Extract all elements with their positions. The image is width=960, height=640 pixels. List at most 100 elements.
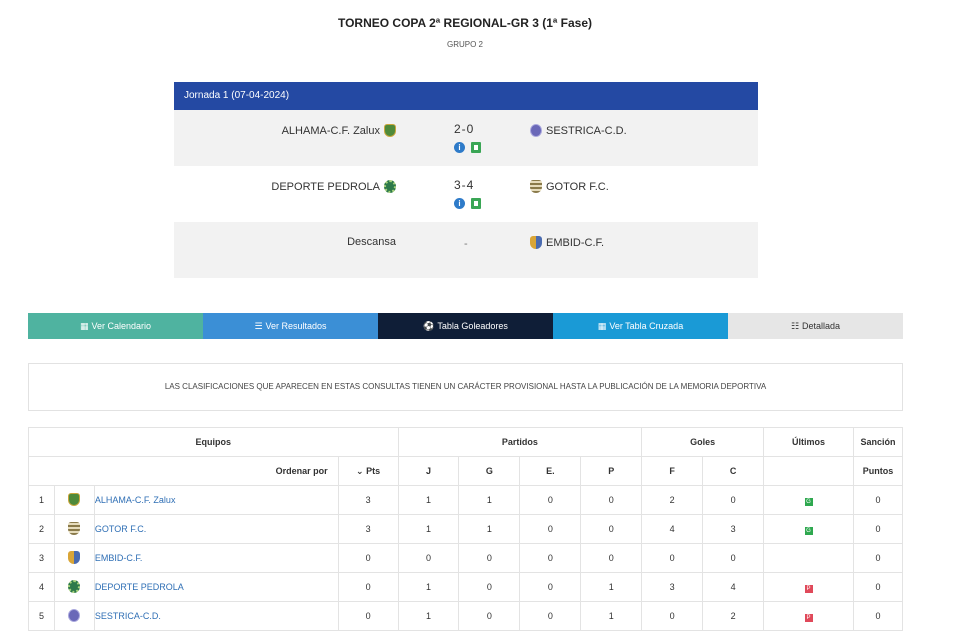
tab-ver-tabla-cruzada[interactable]: ▦ Ver Tabla Cruzada [553, 313, 728, 339]
embid-crest-icon [530, 236, 542, 249]
j: 1 [397, 601, 460, 631]
pts: 0 [337, 601, 399, 631]
team-link[interactable]: EMBID-C.F. [95, 553, 143, 563]
col-g: G [458, 456, 521, 486]
f: 0 [641, 543, 704, 573]
rest-label: Descansa [347, 236, 396, 248]
last-result-badge: G [804, 526, 813, 535]
col-ultimos [763, 456, 854, 486]
provisional-notice: LAS CLASIFICACIONES QUE APARECEN EN ESTA… [28, 363, 903, 411]
c: 3 [702, 514, 765, 544]
e: 0 [519, 543, 582, 573]
tab-tabla-goleadores[interactable]: ⚽ Tabla Goleadores [378, 313, 553, 339]
sort-pts-button[interactable]: ⌄ Pts [337, 456, 399, 486]
gotor-crest-icon [68, 521, 81, 535]
j: 0 [397, 543, 460, 573]
chevron-down-icon: ⌄ [356, 465, 364, 476]
position: 4 [28, 572, 55, 602]
matchday-header: Jornada 1 (07-04-2024) [174, 82, 758, 110]
table-row: 3 EMBID-C.F. 0 0 0 0 0 0 0 0 [28, 543, 904, 573]
view-tabs: ▦ Ver Calendario ☰ Ver Resultados ⚽ Tabl… [28, 313, 903, 339]
rest-team[interactable]: EMBID-C.F. [530, 236, 604, 249]
position: 1 [28, 485, 55, 515]
pedrola-crest-icon [68, 579, 81, 593]
sancion: 0 [852, 543, 904, 573]
e: 0 [519, 601, 582, 631]
c: 4 [702, 572, 765, 602]
p: 1 [580, 601, 643, 631]
group-equipos: Equipos [28, 427, 399, 457]
col-c: C [702, 456, 765, 486]
col-j: J [397, 456, 460, 486]
sort-label: Ordenar por [28, 456, 339, 486]
home-team-name: ALHAMA-C.F. Zalux [281, 124, 380, 137]
j: 1 [397, 572, 460, 602]
pts: 3 [337, 485, 399, 515]
g: 0 [458, 543, 521, 573]
p: 0 [580, 514, 643, 544]
info-icon[interactable]: i [454, 198, 465, 209]
table-row: 4 DEPORTE PEDROLA 0 1 0 0 1 3 4 P 0 [28, 572, 904, 602]
team-link[interactable]: DEPORTE PEDROLA [95, 582, 184, 592]
sancion: 0 [852, 601, 904, 631]
team-link[interactable]: SESTRICA-C.D. [95, 611, 161, 621]
group-header-row: Equipos Partidos Goles Últimos Sanción [28, 427, 904, 457]
sestrica-crest-icon [530, 124, 542, 137]
rest-team-name: EMBID-C.F. [546, 236, 605, 249]
home-team[interactable]: DEPORTE PEDROLA [271, 180, 396, 193]
group-sancion: Sanción [852, 427, 904, 457]
team-link[interactable]: ALHAMA-C.F. Zalux [95, 495, 176, 505]
match-report-icon[interactable] [471, 198, 481, 209]
match-score: 2-0 [454, 122, 475, 136]
list-icon: ☰ [254, 320, 263, 331]
standings-table: Equipos Partidos Goles Últimos Sanción O… [28, 427, 904, 631]
rest-row: Descansa - EMBID-C.F. [174, 222, 758, 278]
col-e: E. [519, 456, 582, 486]
sancion: 0 [852, 485, 904, 515]
team-link[interactable]: GOTOR F.C. [95, 524, 146, 534]
tab-detallada[interactable]: ☷ Detallada [728, 313, 903, 339]
tab-ver-resultados[interactable]: ☰ Ver Resultados [203, 313, 378, 339]
pts: 0 [337, 543, 399, 573]
table-row: 5 SESTRICA-C.D. 0 1 0 0 1 0 2 P 0 [28, 601, 904, 631]
away-team-name: SESTRICA-C.D. [546, 124, 627, 137]
last-result-badge: P [804, 584, 813, 593]
pts: 3 [337, 514, 399, 544]
tab-ver-calendario[interactable]: ▦ Ver Calendario [28, 313, 203, 339]
match-score: 3-4 [454, 178, 475, 192]
page-title: TORNEO COPA 2ª REGIONAL-GR 3 (1ª Fase) [337, 16, 593, 30]
pedrola-crest-icon [384, 180, 396, 193]
away-team[interactable]: SESTRICA-C.D. [530, 124, 627, 137]
soccer-ball-icon: ⚽ [423, 320, 435, 331]
sancion: 0 [852, 514, 904, 544]
calendar-icon: ▦ [79, 320, 89, 331]
last-result-badge: P [804, 613, 813, 622]
g: 1 [458, 485, 521, 515]
pts: 0 [337, 572, 399, 602]
col-puntos: Puntos [852, 456, 904, 486]
matchday-card: Jornada 1 (07-04-2024) ALHAMA-C.F. Zalux… [174, 82, 758, 278]
sancion: 0 [852, 572, 904, 602]
alhama-crest-icon [384, 124, 396, 137]
j: 1 [397, 514, 460, 544]
alhama-crest-icon [68, 492, 81, 506]
f: 3 [641, 572, 704, 602]
match-row: DEPORTE PEDROLA 3-4 i GOTOR F.C. [174, 166, 758, 222]
column-header-row: Ordenar por ⌄ Pts J G E. P F C Puntos [28, 456, 904, 486]
home-team[interactable]: ALHAMA-C.F. Zalux [282, 124, 396, 137]
group-partidos: Partidos [397, 427, 643, 457]
away-team-name: GOTOR F.C. [546, 180, 609, 193]
col-p: P [580, 456, 643, 486]
match-actions: i [454, 142, 481, 153]
home-team-name: DEPORTE PEDROLA [271, 180, 380, 193]
table-row: 1 ALHAMA-C.F. Zalux 3 1 1 0 0 2 0 G 0 [28, 485, 904, 515]
grid-icon: ▦ [597, 320, 607, 331]
table-row: 2 GOTOR F.C. 3 1 1 0 0 4 3 G 0 [28, 514, 904, 544]
group-ultimos: Últimos [763, 427, 854, 457]
match-report-icon[interactable] [471, 142, 481, 153]
info-icon[interactable]: i [454, 142, 465, 153]
away-team[interactable]: GOTOR F.C. [530, 180, 609, 193]
embid-crest-icon [68, 550, 81, 564]
f: 0 [641, 601, 704, 631]
match-row: ALHAMA-C.F. Zalux 2-0 i SESTRICA-C.D. [174, 110, 758, 166]
